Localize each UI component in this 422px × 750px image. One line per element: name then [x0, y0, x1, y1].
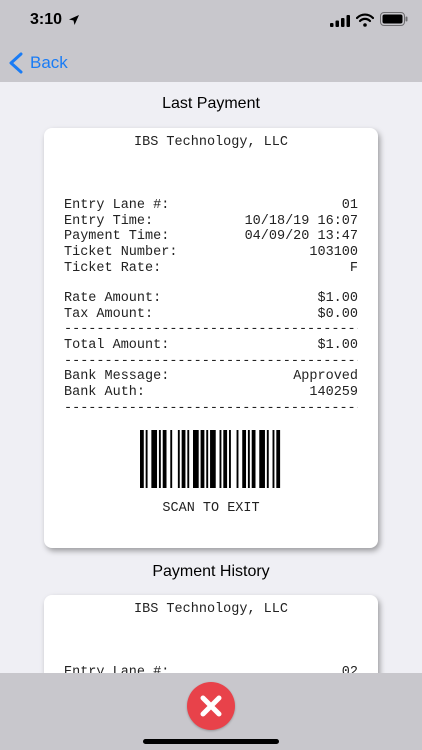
row-label: Ticket Number: [64, 245, 178, 261]
row-value: 01 [341, 198, 358, 213]
receipt-row: Entry Time: 10/18/19 16:07 [64, 214, 358, 230]
barcode-bar [259, 430, 265, 488]
receipt-company-name: IBS Technology, LLC [134, 135, 288, 150]
barcode-bar [242, 430, 247, 488]
receipt-row: Entry Lane #: 01 [64, 198, 358, 214]
close-icon [200, 695, 222, 717]
barcode-bar [158, 430, 161, 488]
barcode-bar [266, 430, 269, 488]
row-value: 10/18/19 16:07 [244, 213, 358, 229]
barcode-bar [219, 430, 222, 488]
receipt-company-name: IBS Technology, LLC [134, 602, 288, 617]
status-time: 3:10 [30, 11, 63, 28]
row-value: 103100 [309, 245, 358, 261]
barcode-bar [247, 430, 250, 488]
barcode-bar [272, 430, 275, 488]
row-value: F [349, 260, 358, 276]
receipt-ticket-details: Entry Lane #: 01 Entry Time: 10/18/19 16… [64, 198, 358, 276]
barcode-bar [145, 430, 148, 488]
signal-icon [330, 15, 350, 27]
back-label: Back [30, 53, 68, 72]
home-indicator [143, 739, 279, 744]
barcode-bar [236, 430, 239, 488]
last-payment-receipt: IBS Technology, LLC Entry Lane #: 01 Ent… [44, 128, 378, 548]
barcode-bar [170, 430, 173, 488]
barcode-bar [276, 430, 281, 488]
barcode-bar [206, 430, 209, 488]
row-label: Tax Amount: [64, 306, 154, 322]
row-label: Bank Auth: [64, 385, 146, 401]
barcode-bar [210, 430, 216, 488]
bottom-toolbar [0, 673, 422, 750]
row-value: 140259 [309, 385, 358, 401]
receipt-row: Bank Auth: 140259 [64, 385, 358, 401]
barcode-image [140, 430, 281, 488]
payment-history-title: Payment History [152, 563, 270, 580]
barcode-bar [151, 430, 158, 488]
row-label: Ticket Rate: [64, 260, 162, 276]
row-value: $1.00 [317, 338, 358, 354]
row-label: Rate Amount: [64, 291, 162, 306]
row-label: Bank Message: [64, 369, 170, 385]
barcode-bar [187, 430, 190, 488]
chevron-left-icon [9, 52, 23, 74]
barcode-bar [251, 430, 256, 488]
row-label: Entry Lane #: [64, 198, 170, 213]
receipt-total-row: Total Amount: $1.00 [64, 338, 358, 354]
barcode-bar [223, 430, 228, 488]
battery-icon [380, 12, 408, 26]
receipt-row: Ticket Rate: F [64, 261, 358, 277]
nav-bar: Back [0, 44, 422, 82]
row-label: Total Amount: [64, 338, 170, 354]
barcode-bar [162, 430, 167, 488]
receipt-row: Ticket Number: 103100 [64, 245, 358, 261]
barcode-bar [181, 430, 186, 488]
row-label: Payment Time: [64, 229, 170, 245]
row-value: $0.00 [317, 306, 358, 322]
last-payment-title: Last Payment [162, 95, 260, 112]
receipt-divider: ------------------------------------- [64, 322, 358, 338]
scan-to-exit-label: SCAN TO EXIT [162, 501, 260, 516]
location-arrow-icon [69, 15, 79, 25]
receipt-row: Bank Message: Approved [64, 369, 358, 385]
barcode-bar [193, 430, 199, 488]
row-label: Entry Time: [64, 213, 154, 229]
barcode-bar [200, 430, 205, 488]
close-button[interactable] [187, 682, 235, 730]
receipt-row: Rate Amount: $1.00 [64, 291, 358, 307]
barcode-bar [177, 430, 180, 488]
barcode-bar [228, 430, 231, 488]
receipt-row: Payment Time: 04/09/20 13:47 [64, 229, 358, 245]
barcode-bar [140, 430, 144, 488]
wifi-icon [356, 13, 374, 27]
row-value: $1.00 [317, 291, 358, 306]
receipt-amounts: Rate Amount: $1.00 Tax Amount: $0.00 ---… [64, 291, 358, 417]
row-value: Approved [293, 369, 358, 385]
receipt-divider: ------------------------------------- [64, 353, 358, 369]
row-value: 04/09/20 13:47 [244, 229, 358, 245]
back-button[interactable]: Back [8, 50, 68, 76]
status-bar: 3:10 [0, 0, 422, 44]
receipt-divider: ------------------------------------- [64, 400, 358, 416]
receipt-row: Tax Amount: $0.00 [64, 307, 358, 323]
